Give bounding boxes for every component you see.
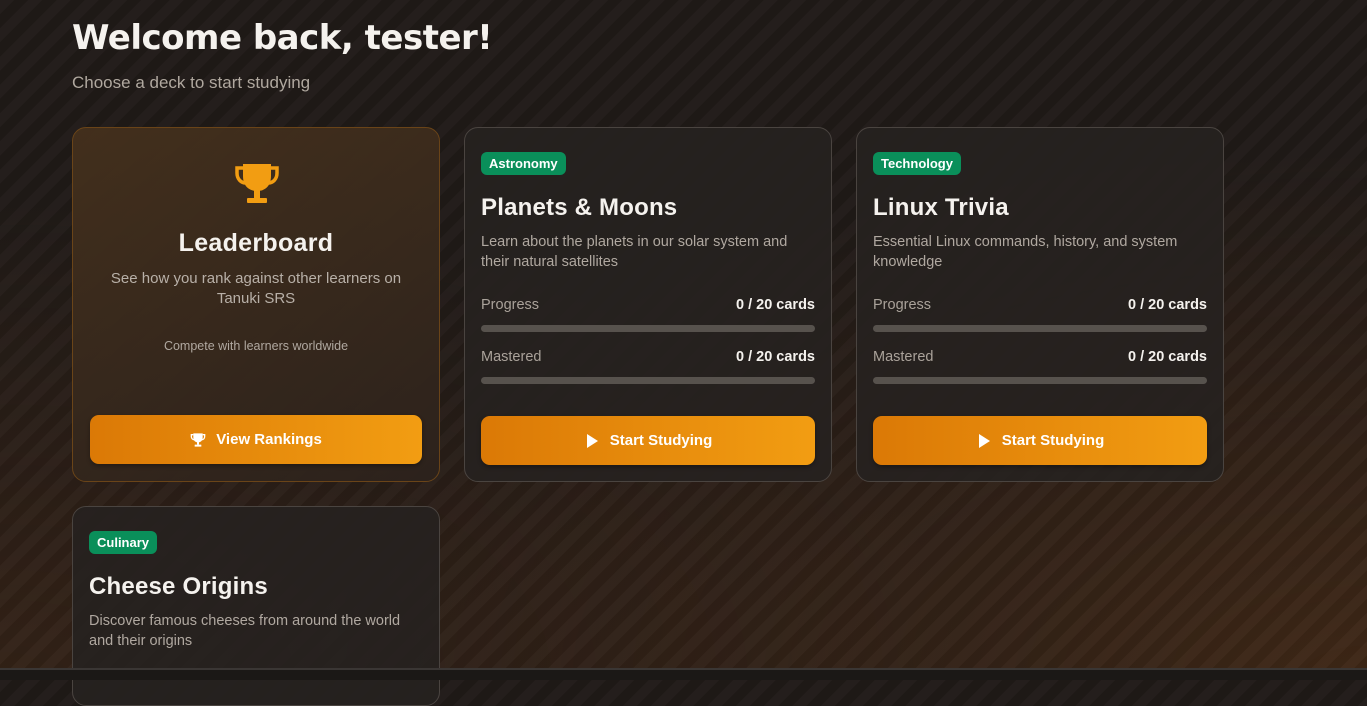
deck-title: Cheese Origins bbox=[89, 573, 268, 600]
start-studying-label: Start Studying bbox=[609, 432, 713, 449]
page-title: Welcome back, tester! bbox=[72, 18, 493, 58]
start-studying-button[interactable]: Start Studying bbox=[873, 416, 1207, 465]
mastered-row: Mastered 0 / 20 cards bbox=[873, 349, 1207, 369]
trophy-icon bbox=[190, 432, 206, 447]
progress-row: Progress 0 / 20 cards bbox=[873, 297, 1207, 317]
deck-description: Discover famous cheeses from around the … bbox=[89, 613, 401, 649]
progress-row: Progress 0 / 20 cards bbox=[481, 297, 815, 317]
leaderboard-card: Leaderboard See how you rank against oth… bbox=[72, 127, 440, 482]
progress-label: Progress bbox=[481, 297, 540, 313]
progress-label: Progress bbox=[873, 297, 932, 313]
view-rankings-button[interactable]: View Rankings bbox=[90, 415, 422, 464]
mastered-row: Mastered 0 / 20 cards bbox=[481, 349, 815, 369]
mastered-label: Mastered bbox=[481, 349, 542, 365]
deck-title: Linux Trivia bbox=[873, 194, 1009, 221]
mastered-bar bbox=[873, 377, 1207, 384]
deck-card-planets[interactable]: Astronomy Planets & Moons Learn about th… bbox=[464, 127, 832, 482]
leaderboard-description: See how you rank against other learners … bbox=[110, 270, 402, 307]
mastered-label: Mastered bbox=[873, 349, 934, 365]
play-icon bbox=[586, 433, 598, 448]
deck-title: Planets & Moons bbox=[481, 194, 678, 221]
category-badge: Culinary bbox=[89, 531, 158, 554]
category-badge: Technology bbox=[873, 152, 961, 175]
deck-description: Learn about the planets in our solar sys… bbox=[481, 234, 788, 270]
progress-value: 0 / 20 cards bbox=[1128, 297, 1207, 313]
progress-bar bbox=[481, 325, 815, 332]
bottom-edge bbox=[0, 668, 1367, 680]
start-studying-button[interactable]: Start Studying bbox=[481, 416, 815, 465]
start-studying-label: Start Studying bbox=[1001, 432, 1105, 449]
deck-card-linux[interactable]: Technology Linux Trivia Essential Linux … bbox=[856, 127, 1224, 482]
page-subtitle: Choose a deck to start studying bbox=[72, 73, 311, 92]
deck-description: Essential Linux commands, history, and s… bbox=[873, 234, 1178, 270]
mastered-value: 0 / 20 cards bbox=[1128, 349, 1207, 365]
category-badge: Astronomy bbox=[481, 152, 566, 175]
view-rankings-label: View Rankings bbox=[216, 431, 322, 448]
leaderboard-title: Leaderboard bbox=[178, 229, 334, 257]
trophy-icon bbox=[235, 164, 279, 203]
mastered-bar bbox=[481, 377, 815, 384]
mastered-value: 0 / 20 cards bbox=[736, 349, 815, 365]
leaderboard-note: Compete with learners worldwide bbox=[163, 339, 349, 353]
play-icon bbox=[978, 433, 990, 448]
progress-value: 0 / 20 cards bbox=[736, 297, 815, 313]
progress-bar bbox=[873, 325, 1207, 332]
